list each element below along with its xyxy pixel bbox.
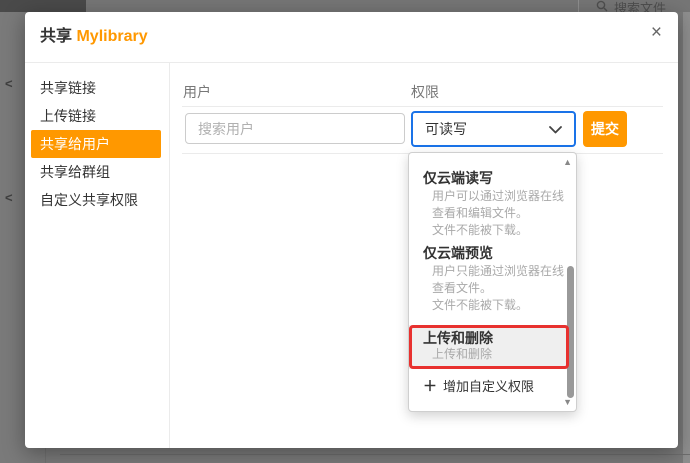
- sidebar-item-share-to-user[interactable]: 共享给用户: [31, 130, 161, 158]
- option-description: 用户可以通过浏览器在线查看和编辑文件。 文件不能被下载。: [432, 188, 568, 239]
- permission-column-header: 权限: [411, 82, 439, 102]
- sidebar-item-share-to-group[interactable]: 共享给群组: [25, 158, 169, 186]
- share-nav: 共享链接 上传链接 共享给用户 共享给群组 自定义共享权限: [25, 74, 169, 214]
- backdrop-dark-corner: [0, 0, 86, 12]
- chevron-down-icon: [549, 121, 562, 137]
- chevron-left-icon: <: [5, 190, 13, 205]
- screen: 搜索文件 < < 共享 Mylibrary × 共享链接 上传链接 共享给用户 …: [0, 0, 690, 463]
- option-title: 仅云端预览: [423, 243, 568, 263]
- add-custom-permission-label: 增加自定义权限: [443, 378, 534, 395]
- dialog-title-action: 共享: [40, 28, 72, 45]
- share-dialog: 共享 Mylibrary × 共享链接 上传链接 共享给用户 共享给群组 自定义…: [25, 12, 678, 448]
- dialog-title: 共享 Mylibrary: [40, 22, 148, 46]
- sidebar-item-custom-permission[interactable]: 自定义共享权限: [25, 186, 169, 214]
- permission-select-value: 可读写: [425, 119, 467, 139]
- option-description-line: 用户只能通过浏览器在线查看文件。: [432, 263, 568, 297]
- option-description: 用户只能通过浏览器在线查看文件。 文件不能被下载。: [432, 263, 568, 314]
- backdrop-top-band: 搜索文件: [0, 0, 690, 12]
- backdrop-search-divider: [578, 0, 579, 12]
- search-icon: [596, 0, 608, 12]
- close-icon[interactable]: ×: [651, 22, 662, 44]
- add-custom-permission-button[interactable]: ＋ 增加自定义权限: [423, 378, 534, 395]
- option-title: 仅云端读写: [423, 168, 568, 188]
- sidebar-divider: [169, 63, 170, 448]
- scroll-up-icon[interactable]: ▲: [563, 157, 572, 167]
- dropdown-option-upload-delete[interactable]: 上传和删除 上传和删除: [409, 325, 569, 369]
- option-description-line: 文件不能被下载。: [432, 297, 568, 314]
- user-column-header: 用户: [183, 82, 211, 102]
- dialog-title-library-name: Mylibrary: [76, 28, 147, 45]
- header-divider: [25, 62, 678, 63]
- chevron-left-icon: <: [5, 76, 13, 91]
- sidebar-item-share-link[interactable]: 共享链接: [25, 74, 169, 102]
- dropdown-option-cloud-read-write[interactable]: 仅云端读写 用户可以通过浏览器在线查看和编辑文件。 文件不能被下载。: [423, 168, 568, 239]
- column-header-underline: [182, 106, 663, 107]
- user-search-input[interactable]: [185, 113, 405, 144]
- sidebar-item-upload-link[interactable]: 上传链接: [25, 102, 169, 130]
- submit-button[interactable]: 提交: [583, 111, 627, 147]
- dropdown-option-cloud-preview[interactable]: 仅云端预览 用户只能通过浏览器在线查看文件。 文件不能被下载。: [423, 243, 568, 314]
- dropdown-scrollbar-thumb[interactable]: [567, 266, 574, 398]
- plus-icon: ＋: [423, 378, 437, 395]
- scroll-down-icon[interactable]: ▼: [563, 397, 572, 407]
- permission-select[interactable]: 可读写: [411, 111, 576, 147]
- option-description-line: 用户可以通过浏览器在线查看和编辑文件。: [432, 188, 568, 222]
- option-description-line: 文件不能被下载。: [432, 222, 568, 239]
- option-title: 上传和删除: [423, 330, 569, 346]
- backdrop-line: [60, 454, 690, 455]
- backdrop-search-box: 搜索文件: [596, 0, 666, 12]
- option-description: 上传和删除: [432, 346, 568, 362]
- backdrop-search-label: 搜索文件: [614, 0, 666, 12]
- backdrop-line: [45, 448, 46, 463]
- backdrop-scrollbar: [683, 12, 690, 463]
- permission-dropdown-menu: ▲ 仅云端读写 用户可以通过浏览器在线查看和编辑文件。 文件不能被下载。 仅云端…: [408, 152, 577, 412]
